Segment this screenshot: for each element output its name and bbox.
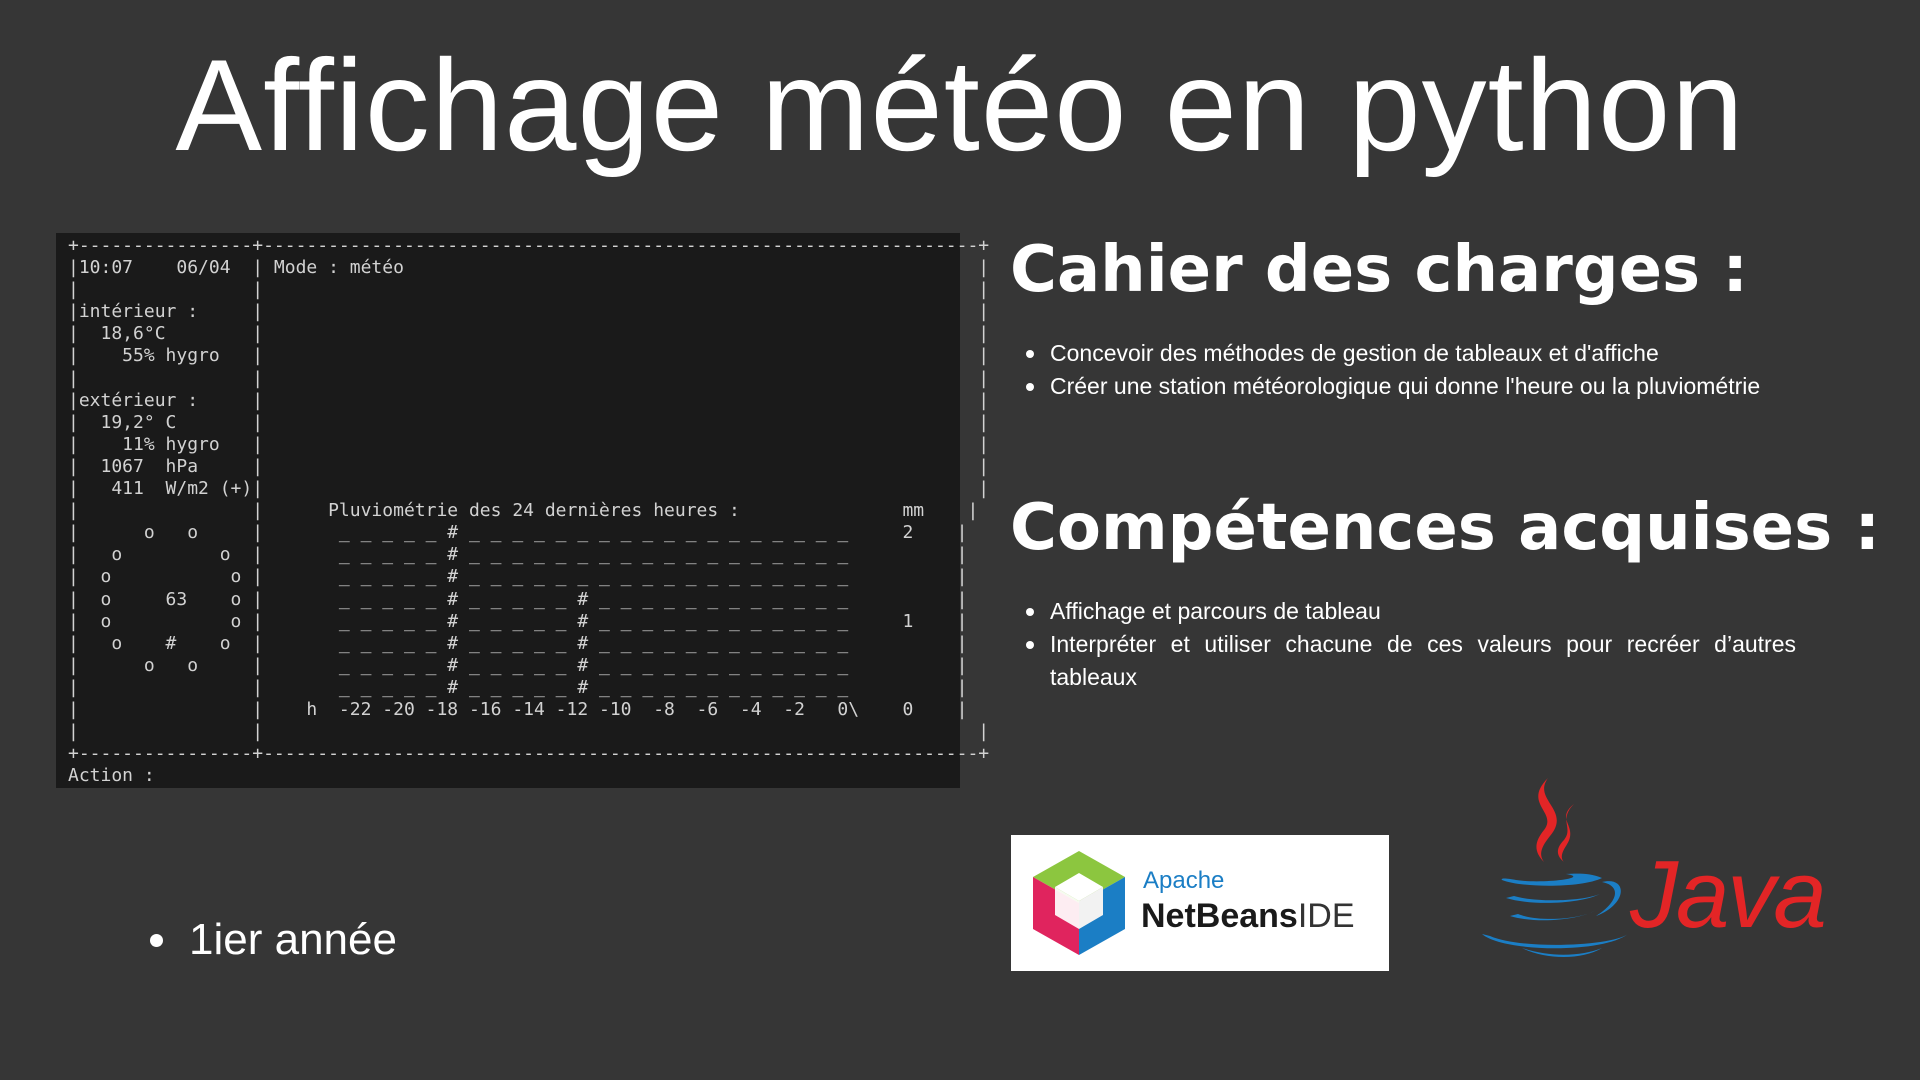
java-logo: Java xyxy=(1462,770,1827,970)
terminal-line: | o # o | _ _ _ _ _ # _ _ _ _ _ # _ _ _ … xyxy=(68,632,968,654)
competences-list: Affichage et parcours de tableau Interpr… xyxy=(1010,595,1796,694)
terminal-line: | | Pluviométrie des 24 dernières heures… xyxy=(68,500,979,522)
terminal-screenshot: +----------------+----------------------… xyxy=(56,233,989,788)
cahier-heading: Cahier des charges : xyxy=(1010,233,1748,307)
java-cup-icon xyxy=(1482,778,1628,957)
page-title: Affichage météo en python xyxy=(175,32,1745,178)
terminal-line: | 18,6°C | | xyxy=(68,323,990,345)
terminal-line: | | | xyxy=(68,721,990,743)
terminal-line: +----------------+----------------------… xyxy=(68,235,990,256)
terminal-line: |extérieur : | | xyxy=(68,389,990,411)
netbeans-logo: Apache NetBeansIDE xyxy=(1011,835,1389,971)
terminal-line: | 411 W/m2 (+)| | xyxy=(68,478,990,500)
terminal-output: +----------------+----------------------… xyxy=(56,233,989,787)
terminal-line: | 11% hygro | | xyxy=(68,433,990,455)
terminal-line: | o o | _ _ _ _ _ # _ _ _ _ _ _ _ _ _ _ … xyxy=(68,544,968,566)
terminal-line: +----------------+----------------------… xyxy=(68,743,990,765)
terminal-line: |10:07 06/04 | Mode : météo | xyxy=(68,257,990,279)
terminal-line: | o o | _ _ _ _ _ # _ _ _ _ _ # _ _ _ _ … xyxy=(68,654,968,676)
netbeans-ide: IDE xyxy=(1297,897,1355,935)
year-item: 1ier année xyxy=(150,910,397,970)
terminal-line: | o o | _ _ _ _ _ # _ _ _ _ _ # _ _ _ _ … xyxy=(68,610,968,632)
terminal-line: | | | xyxy=(68,367,990,389)
list-item: Créer une station météorologique qui don… xyxy=(1026,370,1796,403)
cahier-list: Concevoir des méthodes de gestion de tab… xyxy=(1010,337,1796,403)
terminal-line: | o o | _ _ _ _ _ # _ _ _ _ _ _ _ _ _ _ … xyxy=(68,566,968,588)
netbeans-cube-icon xyxy=(1033,851,1125,955)
terminal-line: | 19,2° C | | xyxy=(68,411,990,433)
list-item: Concevoir des méthodes de gestion de tab… xyxy=(1026,337,1796,370)
list-item: Interpréter et utiliser chacune de ces v… xyxy=(1026,628,1796,694)
netbeans-name: NetBeans xyxy=(1141,897,1298,935)
terminal-line: | o o | _ _ _ _ _ # _ _ _ _ _ _ _ _ _ _ … xyxy=(68,522,968,544)
netbeans-name-label: NetBeansIDE xyxy=(1141,897,1355,936)
terminal-line: | o 63 o | _ _ _ _ _ # _ _ _ _ _ # _ _ _… xyxy=(68,588,968,610)
competences-heading: Compétences acquises : xyxy=(1010,491,1881,565)
terminal-line: Action : xyxy=(68,765,155,787)
terminal-line: | | h -22 -20 -18 -16 -14 -12 -10 -8 -6 … xyxy=(68,698,968,720)
terminal-line: | 55% hygro | | xyxy=(68,345,990,367)
terminal-line: | | | xyxy=(68,279,990,301)
java-wordmark: Java xyxy=(1630,841,1827,948)
terminal-line: | 1067 hPa | | xyxy=(68,455,990,477)
terminal-line: |intérieur : | | xyxy=(68,301,990,323)
netbeans-apache-label: Apache xyxy=(1143,867,1225,894)
terminal-line: | | _ _ _ _ _ # _ _ _ _ _ # _ _ _ _ _ _ … xyxy=(68,676,968,698)
bullet-icon xyxy=(150,933,163,947)
year-label: 1ier année xyxy=(189,915,397,964)
list-item: Affichage et parcours de tableau xyxy=(1026,595,1796,628)
